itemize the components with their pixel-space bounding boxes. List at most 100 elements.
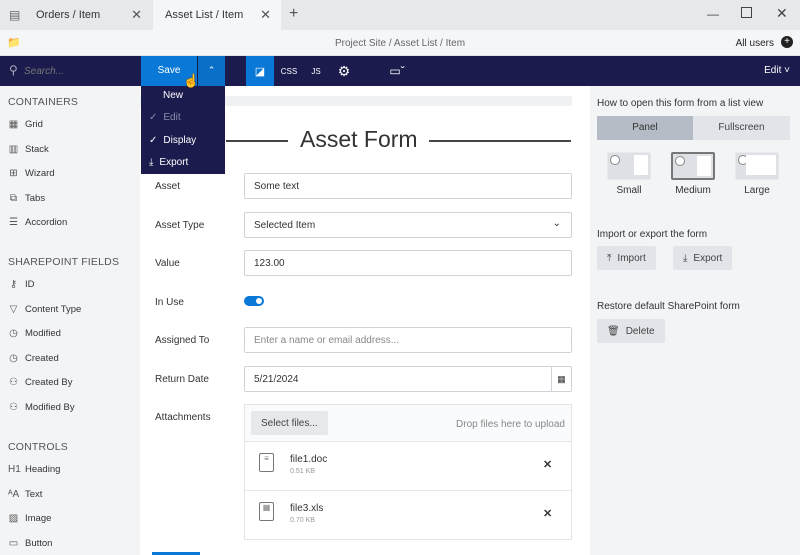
drop-zone-text: Drop files here to upload [456,419,565,430]
asset-type-select[interactable]: Selected Item ⌄ [244,212,572,238]
add-user-icon[interactable]: + [781,36,793,48]
size-preview [671,152,715,180]
minimize-icon[interactable]: — [707,7,719,21]
sidebar-item-modified-by[interactable]: ⚇ Modified By [8,402,75,413]
sidebar-item-label: Created By [25,377,73,389]
css-icon[interactable]: CSS [275,56,303,86]
stack-icon: ▥ [8,143,19,155]
tab-label: Asset List / Item [165,9,244,21]
cursor-icon: ☝ [183,73,200,88]
import-button[interactable]: ⤒ Import [597,246,656,270]
sidebar-item-label: Tabs [25,192,46,204]
return-date-input[interactable]: 5/21/2024 ▦ [244,366,572,392]
restore-title: Restore default SharePoint form [597,301,740,312]
section-title: SHAREPOINT FIELDS [8,256,120,268]
sidebar-item-heading[interactable]: H1 Heading [8,464,60,475]
menu-item-export[interactable]: ⤓ Export [149,157,188,168]
section-title: CONTROLS [8,441,68,453]
maximize-icon[interactable] [741,7,752,18]
open-mode-title: How to open this form from a list view [597,98,764,109]
tab-orders[interactable]: Orders / Item ✕ [24,0,152,30]
in-use-toggle[interactable] [244,296,264,306]
asset-input[interactable]: Some text [244,173,572,199]
settings-icon[interactable]: ⚙ [330,56,358,86]
sidebar-item-content-type[interactable]: ▽ Content Type [8,303,82,315]
sidebar-item-grid[interactable]: ▦ Grid [8,119,43,130]
device-preview-icon[interactable]: ▭ˇ [382,56,412,86]
edit-mode-dropdown[interactable]: Edit ˅ [764,65,790,76]
sidebar-item-image[interactable]: ▨ Image [8,513,52,524]
size-option-large[interactable]: Large [735,152,779,198]
fullscreen-option[interactable]: Fullscreen [693,116,790,140]
size-option-medium[interactable]: Medium [671,152,715,198]
chevron-down-icon: ⌄ [552,218,561,229]
js-icon[interactable]: JS [302,56,330,86]
export-button[interactable]: ⤓ Export [673,246,733,270]
export-label: Export [693,252,723,264]
close-icon[interactable]: ✕ [260,7,271,23]
sidebar-item-created-by[interactable]: ⚇ Created By [8,377,73,388]
menu-item-display[interactable]: ✓ Display [149,135,196,146]
in-use-label: In Use [155,297,184,308]
search-icon: ⚲ [9,63,18,77]
sidebar-item-label: Modified [25,328,61,340]
layout-icon[interactable]: ◪ [246,56,274,86]
sidebar-item-label: Content Type [25,303,82,315]
app-icon: ▤ [9,8,21,22]
sidebar-item-button[interactable]: ▭ Button [8,538,53,549]
menu-item-edit[interactable]: ✓ Edit [149,112,181,123]
sidebar-item-modified[interactable]: ◷ Modified [8,328,61,339]
sidebar-item-label: Wizard [25,168,55,180]
sidebar-item-accordion[interactable]: ☰ Accordion [8,217,67,228]
remove-file-icon[interactable]: ✕ [543,458,552,471]
new-tab-icon[interactable]: + [289,5,298,23]
filter-icon: ▽ [9,303,18,315]
wizard-icon: ⊞ [9,168,18,180]
download-icon: ⤓ [149,157,154,168]
size-preview [735,152,779,180]
search-input[interactable] [24,62,134,80]
sidebar-item-stack[interactable]: ▥ Stack [8,144,49,155]
sidebar: CONTAINERS SHAREPOINT FIELDS CONTROLS ▦ G… [0,86,140,555]
spreadsheet-icon: ▦ [259,502,274,521]
size-option-small[interactable]: Small [607,152,651,198]
sidebar-item-created[interactable]: ◷ Created [8,353,59,364]
sidebar-item-wizard[interactable]: ⊞ Wizard [8,168,55,180]
tab-asset-list[interactable]: Asset List / Item ✕ [153,0,281,30]
key-icon: ⚷ [9,279,18,290]
sidebar-item-text[interactable]: ᴬA Text [8,489,42,500]
import-label: Import [617,252,646,264]
size-label: Small [616,185,642,196]
sidebar-item-id[interactable]: ⚷ ID [8,279,35,290]
size-label: Large [744,185,770,196]
edit-label: Edit [764,65,782,76]
file-size: 0.51 KB [290,468,315,475]
remove-file-icon[interactable]: ✕ [543,507,552,520]
close-window-icon[interactable]: ✕ [776,5,788,22]
calendar-icon[interactable]: ▦ [551,367,571,391]
attachment-item: ▦ file3.xls 0.70 KB ✕ [245,491,571,540]
sidebar-item-label: Text [25,488,43,500]
menu-item-new[interactable]: New [163,90,183,101]
assigned-to-input[interactable]: Enter a name or email address... [244,327,572,353]
sidebar-item-label: Accordion [25,217,68,229]
size-label: Medium [675,185,711,196]
save-menu-toggle[interactable]: ⌃ [198,56,225,86]
h1-icon: H1 [8,464,21,475]
menu-label: Display [163,135,197,146]
accordion-icon: ☰ [9,217,18,229]
select-files-button[interactable]: Select files... [251,411,328,435]
delete-label: Delete [625,325,655,337]
people-icon: ⚇ [9,402,18,413]
menu-label: Edit [163,112,181,123]
value-label: Value [155,258,180,269]
close-icon[interactable]: ✕ [131,7,142,23]
sidebar-item-tabs[interactable]: ⧉ Tabs [8,193,45,204]
users-label[interactable]: All users [736,38,774,49]
panel-option[interactable]: Panel [597,116,693,140]
sidebar-item-label: Created [25,352,59,364]
delete-button[interactable]: 🗑 Delete [597,319,665,343]
value-input[interactable]: 123.00 [244,250,572,276]
file-name: file1.doc [290,454,328,465]
tabs-icon: ⧉ [9,192,18,204]
